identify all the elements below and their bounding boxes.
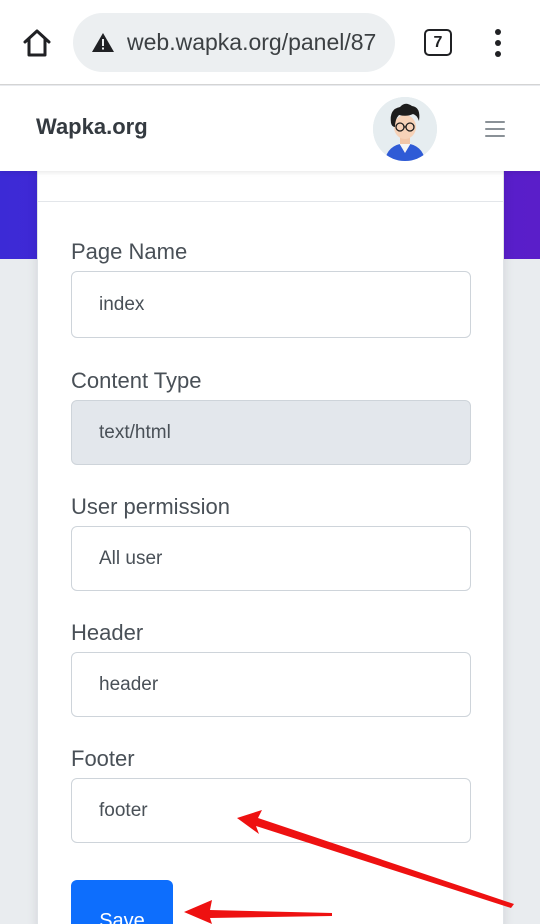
- content-type-label: Content Type: [71, 368, 202, 393]
- content-type-input: [71, 400, 471, 465]
- home-icon: [23, 29, 51, 57]
- user-avatar[interactable]: [373, 97, 437, 161]
- nav-toggle-button[interactable]: [484, 119, 506, 139]
- brand-logo[interactable]: Wapka.org: [36, 114, 148, 140]
- user-permission-select[interactable]: [71, 526, 471, 591]
- address-bar[interactable]: web.wapka.org/panel/87: [73, 13, 395, 72]
- save-button[interactable]: Save: [71, 880, 173, 924]
- card-header: [38, 168, 503, 202]
- url-text: web.wapka.org/panel/87: [127, 29, 377, 55]
- app-navbar: Wapka.org: [0, 86, 540, 171]
- warning-icon: [92, 32, 114, 52]
- home-button[interactable]: [18, 24, 56, 62]
- edit-page-card: Page Name Content Type User permission H…: [37, 168, 504, 924]
- footer-input[interactable]: [71, 778, 471, 843]
- page-name-input[interactable]: [71, 271, 471, 338]
- header-input[interactable]: [71, 652, 471, 717]
- browser-menu-button[interactable]: [488, 26, 508, 60]
- menu-icon: [485, 121, 505, 123]
- footer-label: Footer: [71, 746, 135, 771]
- tab-count: 7: [433, 33, 443, 51]
- user-permission-label: User permission: [71, 494, 230, 519]
- browser-toolbar: web.wapka.org/panel/87 7: [0, 0, 540, 85]
- avatar-icon: [373, 97, 437, 161]
- tab-switcher-button[interactable]: 7: [424, 29, 452, 56]
- more-vert-icon: [495, 29, 501, 35]
- page: web.wapka.org/panel/87 7 Wapka.org Page …: [0, 0, 540, 924]
- header-label: Header: [71, 620, 144, 645]
- page-name-label: Page Name: [71, 239, 188, 264]
